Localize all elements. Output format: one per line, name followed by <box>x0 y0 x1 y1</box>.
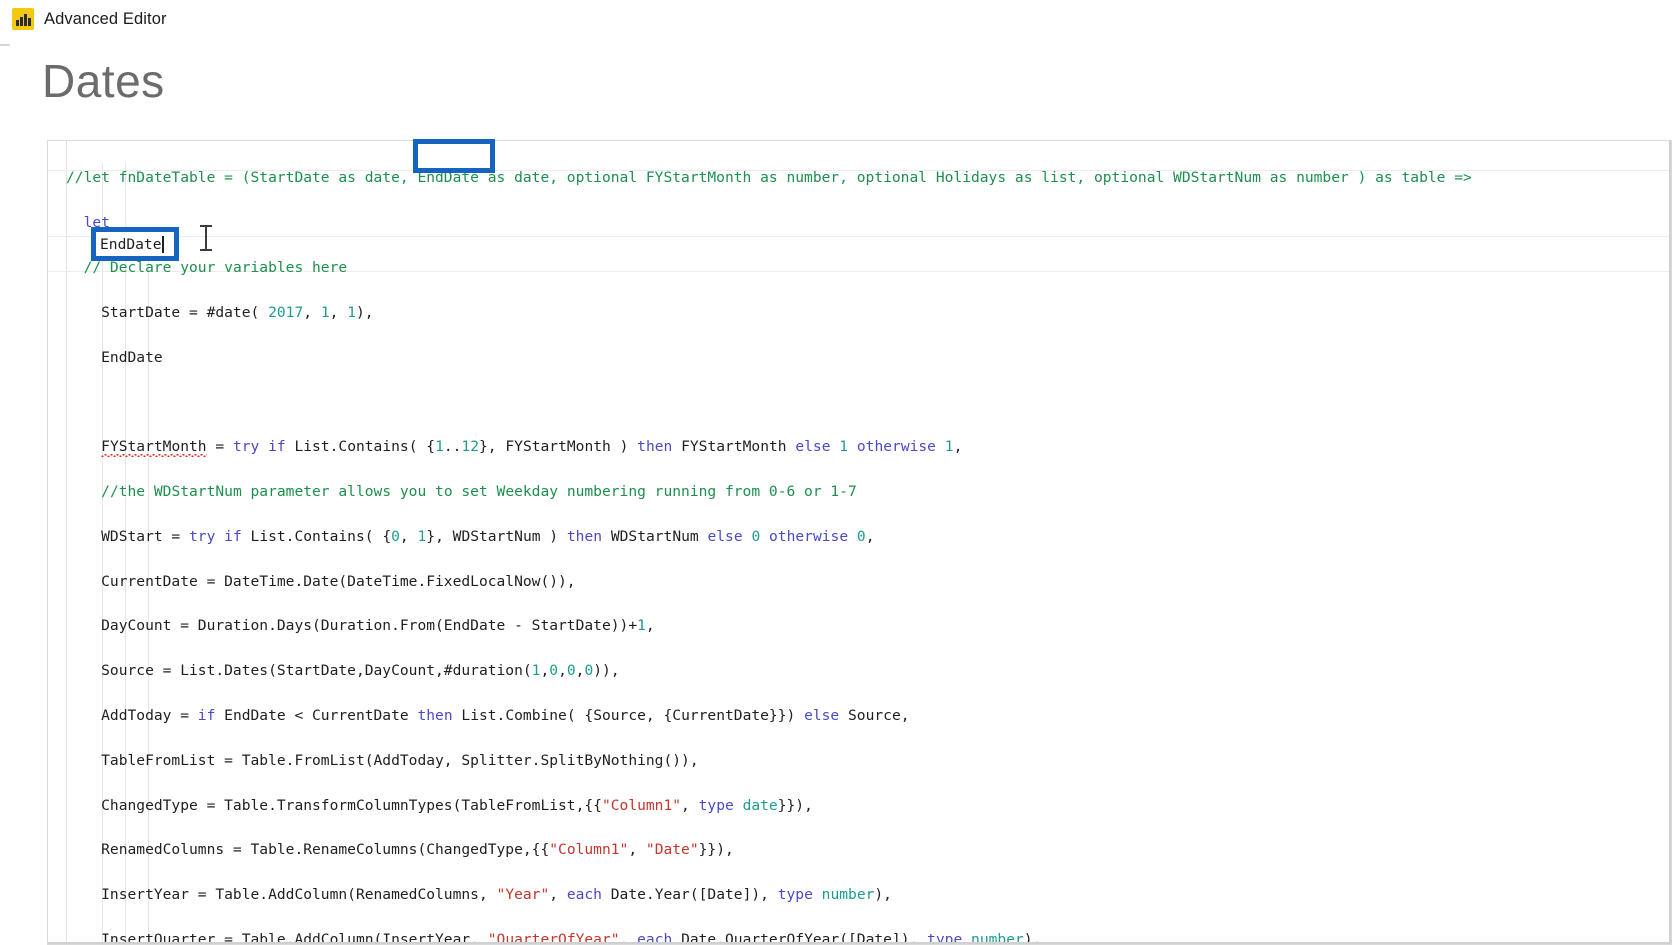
code-line: // Declare your variables here <box>83 259 348 276</box>
code-line: //the WDStartNum parameter allows you to… <box>101 482 857 500</box>
advanced-editor-code-area[interactable]: //let fnDateTable = (StartDate as date, … <box>47 140 1672 945</box>
code-line: StartDate = #date( 2017, 1, 1), <box>66 303 374 321</box>
code-line: CurrentDate = DateTime.Date(DateTime.Fix… <box>66 572 576 590</box>
code-line: ChangedType = Table.TransformColumnTypes… <box>66 796 813 814</box>
window-title: Advanced Editor <box>44 9 167 28</box>
code-line: let <box>83 214 110 232</box>
enddate-field-value: EndDate <box>100 235 162 253</box>
page-title: Dates <box>42 55 165 107</box>
text-caret <box>161 235 164 253</box>
code-line: InsertYear = Table.AddColumn(RenamedColu… <box>66 886 892 904</box>
code-line: Source = List.Dates(StartDate,DayCount,#… <box>66 662 620 680</box>
code-line: //let fnDateTable = (StartDate as date, … <box>66 169 1472 187</box>
editor-right-edge <box>1669 141 1671 944</box>
window-left-seam-2 <box>0 44 10 46</box>
code-text[interactable]: //let fnDateTable = (StartDate as date, … <box>66 141 1671 944</box>
code-line: DayCount = Duration.Days(Duration.From(E… <box>66 617 655 635</box>
code-line: AddToday = if EndDate < CurrentDate then… <box>66 706 910 724</box>
enddate-edit-field[interactable]: EndDate <box>91 227 179 261</box>
code-line: EndDate <box>66 348 163 366</box>
code-line: TableFromList = Table.FromList(AddToday,… <box>66 751 699 769</box>
code-line: WDStart = try if List.Contains( {0, 1}, … <box>66 527 875 545</box>
editor-gutter <box>48 141 67 944</box>
code-line: RenamedColumns = Table.RenameColumns(Cha… <box>66 841 734 859</box>
title-bar: Advanced Editor <box>0 0 1680 38</box>
power-bi-bar-chart-icon <box>12 8 34 30</box>
editor-bottom-edge <box>48 942 1671 944</box>
code-line: FYStartMonth = try if List.Contains( {1.… <box>101 438 963 456</box>
